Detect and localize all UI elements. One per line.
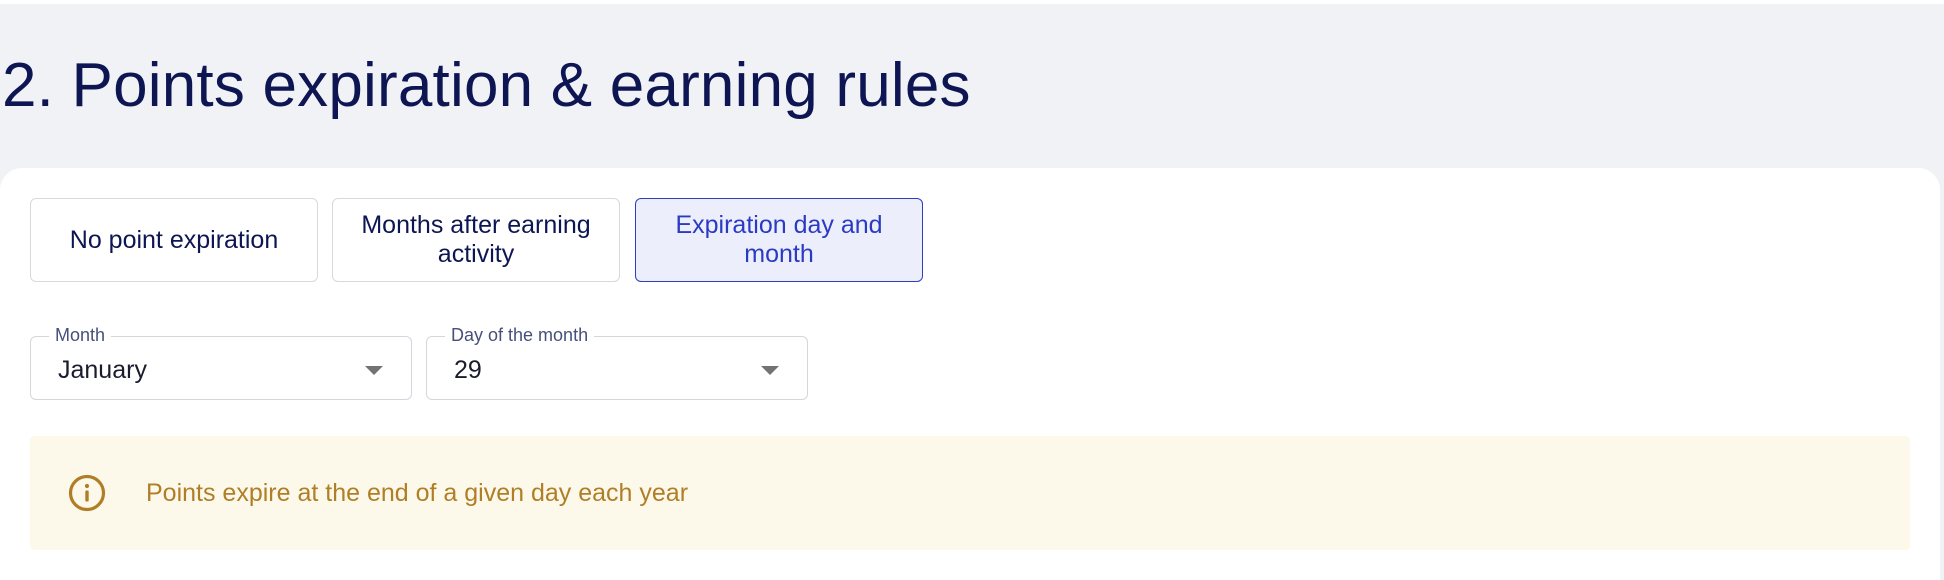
option-no-point-expiration-button[interactable]: No point expiration xyxy=(30,198,318,282)
day-of-month-select[interactable]: Day of the month 29 xyxy=(426,324,808,400)
option-label: Months after earning activity xyxy=(361,211,591,268)
info-circle-icon xyxy=(68,474,106,512)
option-label: No point expiration xyxy=(69,225,279,254)
page-title: 2. Points expiration & earning rules xyxy=(2,51,971,120)
option-months-after-earning-button[interactable]: Months after earning activity xyxy=(332,198,620,282)
day-of-month-select-label: Day of the month xyxy=(445,324,595,346)
chevron-down-icon xyxy=(761,366,779,375)
chevron-down-icon xyxy=(365,366,383,375)
info-banner-text: Points expire at the end of a given day … xyxy=(146,479,689,507)
expiration-settings-card: No point expiration Months after earning… xyxy=(0,168,1940,580)
top-strip xyxy=(0,0,1944,4)
info-banner: Points expire at the end of a given day … xyxy=(30,436,1910,550)
month-select[interactable]: Month January xyxy=(30,324,412,400)
month-select-label: Month xyxy=(49,324,112,346)
option-label: Expiration day and month xyxy=(675,211,883,268)
day-of-month-select-value: 29 xyxy=(454,356,482,384)
month-select-value: January xyxy=(58,356,147,384)
option-expiration-day-month-button[interactable]: Expiration day and month xyxy=(635,198,923,282)
